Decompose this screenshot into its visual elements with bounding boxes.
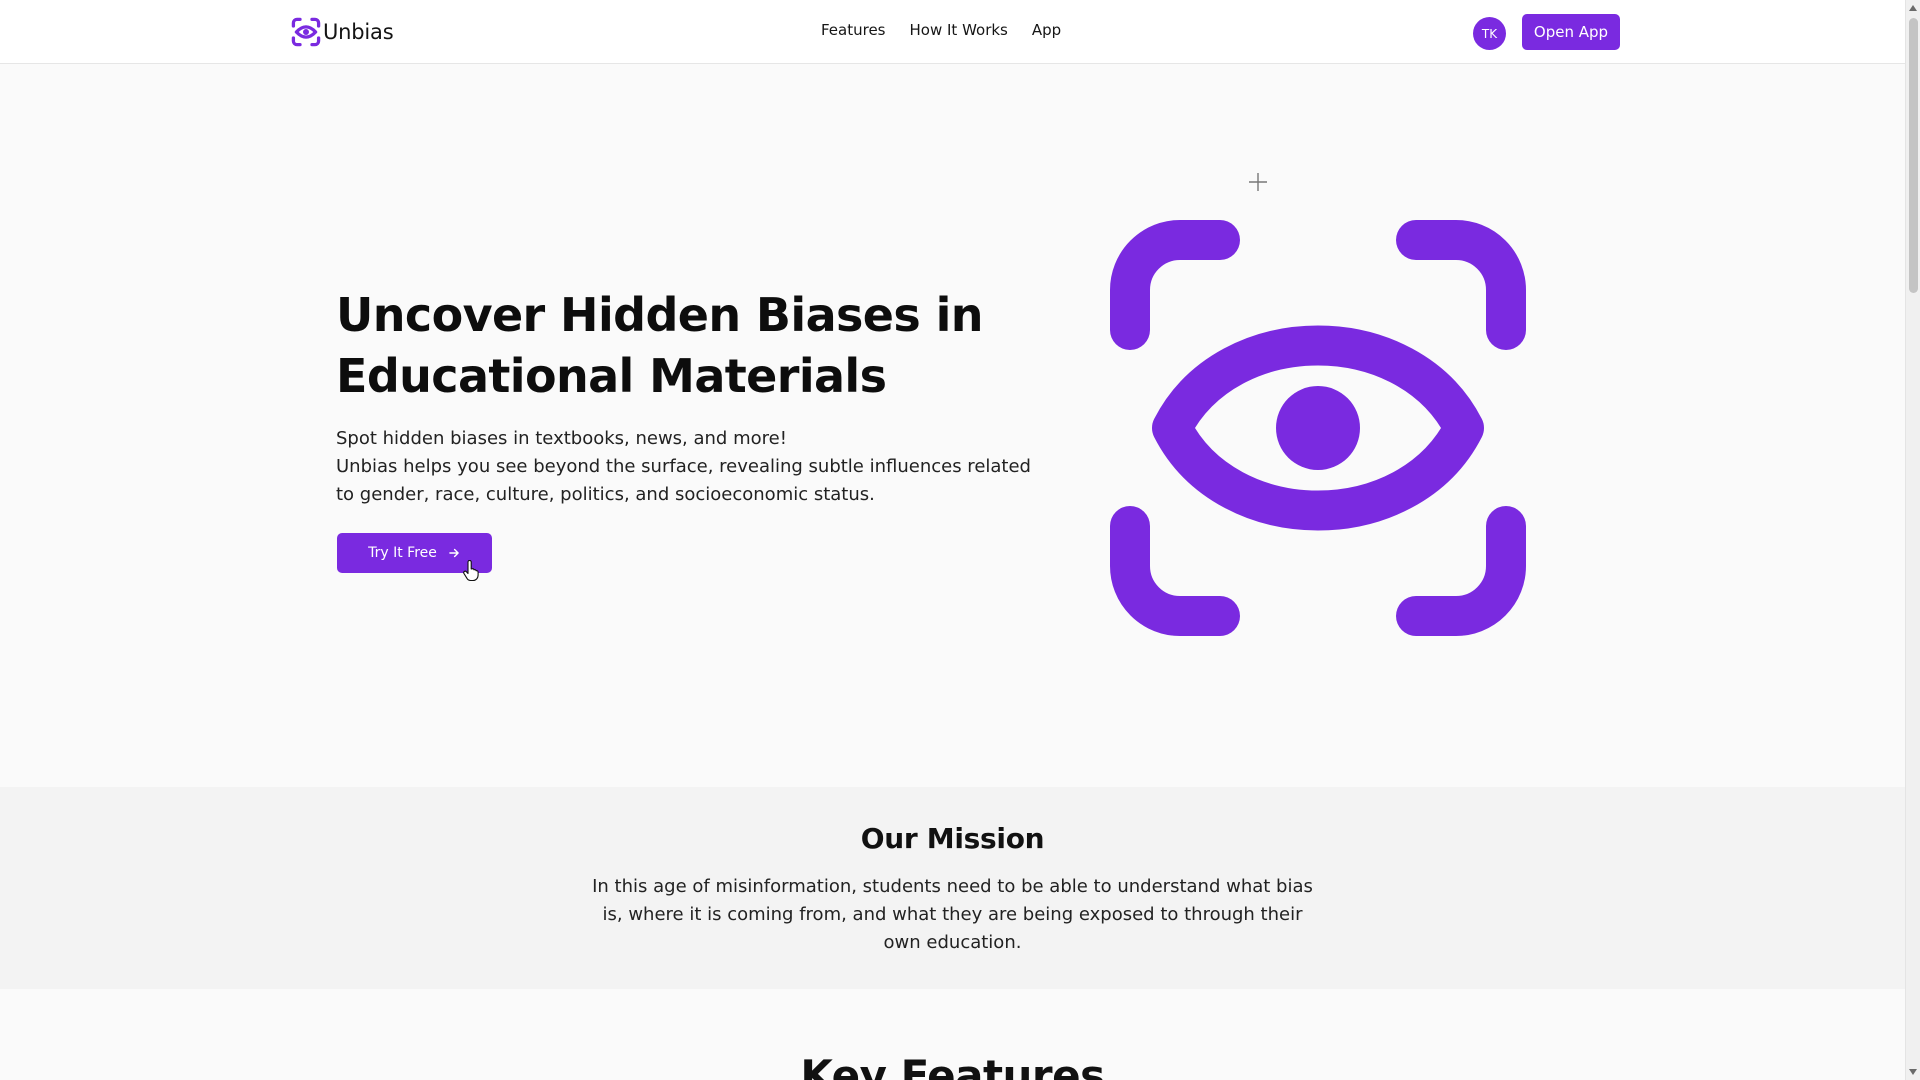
nav-link-features[interactable]: Features <box>821 21 886 39</box>
scroll-up-arrow-icon[interactable] <box>1909 5 1917 11</box>
features-title: Key Features <box>800 1051 1105 1080</box>
arrow-right-icon <box>449 548 459 558</box>
scroll-down-arrow-icon[interactable] <box>1909 1069 1917 1075</box>
open-app-button[interactable]: Open App <box>1522 14 1620 50</box>
main-nav: Features How It Works App <box>821 21 1061 39</box>
nav-link-app[interactable]: App <box>1032 21 1061 39</box>
hero-subtitle-line-2: Unbias helps you see beyond the surface,… <box>336 456 1031 505</box>
logo-text: Unbias <box>323 20 394 44</box>
mission-section: Our Mission In this age of misinformatio… <box>0 787 1905 989</box>
hand-cursor-icon <box>463 560 479 582</box>
user-avatar[interactable]: TK <box>1473 17 1506 50</box>
crosshair-icon <box>1249 173 1267 191</box>
features-section: Key Features <box>0 989 1905 1080</box>
top-navbar: Unbias Features How It Works App TK Open… <box>0 0 1905 64</box>
mission-title: Our Mission <box>860 822 1045 855</box>
hero-subtitle-line-1: Spot hidden biases in textbooks, news, a… <box>336 428 787 449</box>
eye-scan-logo-icon <box>291 17 321 47</box>
scrollbar-thumb[interactable] <box>1909 18 1918 293</box>
try-it-free-label: Try It Free <box>368 545 437 561</box>
logo[interactable]: Unbias <box>291 16 394 48</box>
eye-scan-icon <box>1110 220 1526 636</box>
hero-title: Uncover Hidden Biases in Educational Mat… <box>336 288 984 403</box>
hero-subtitle: Spot hidden biases in textbooks, news, a… <box>336 425 1036 509</box>
nav-link-how-it-works[interactable]: How It Works <box>910 21 1008 39</box>
hero-section: Uncover Hidden Biases in Educational Mat… <box>0 65 1905 787</box>
mission-text: In this age of misinformation, students … <box>592 876 1313 953</box>
page-scrollbar[interactable] <box>1905 0 1920 1080</box>
